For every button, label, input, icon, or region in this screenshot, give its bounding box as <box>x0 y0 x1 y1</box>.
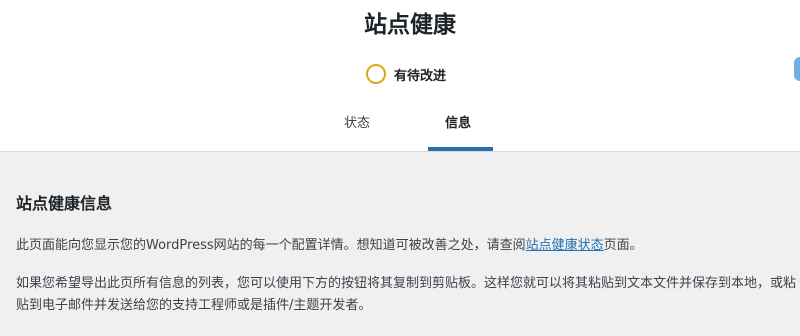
intro-text-after: 页面。 <box>603 238 643 253</box>
health-status-indicator: 有待改进 <box>366 63 446 85</box>
tab-info[interactable]: 信息 <box>445 115 471 133</box>
page-title: 站点健康 <box>364 12 456 38</box>
active-tab-indicator <box>428 147 493 151</box>
section-title: 站点健康信息 <box>16 194 113 213</box>
intro-text-before: 此页面能向您显示您的WordPress网站的每一个配置详情。想知道可被改善之处，… <box>16 238 526 253</box>
site-health-status-link[interactable]: 站点健康状态 <box>526 238 604 253</box>
intro-paragraph: 此页面能向您显示您的WordPress网站的每一个配置详情。想知道可被改善之处，… <box>16 235 796 257</box>
site-health-header: 站点健康 有待改进 状态 信息 <box>0 0 800 152</box>
status-ring-icon <box>366 64 386 84</box>
tab-status[interactable]: 状态 <box>344 115 370 133</box>
edge-toggle-handle[interactable] <box>794 57 800 81</box>
export-paragraph: 如果您希望导出此页所有信息的列表，您可以使用下方的按钮将其复制到剪贴板。这样您就… <box>16 276 797 313</box>
status-label: 有待改进 <box>394 68 447 84</box>
